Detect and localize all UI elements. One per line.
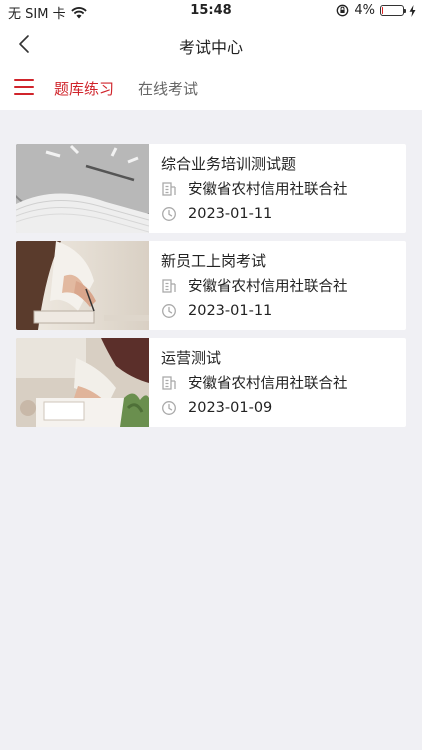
page-title: 考试中心 [178, 38, 243, 57]
exam-date-row: 2023-01-11 [161, 201, 406, 226]
exam-thumbnail-person-writing [16, 241, 149, 330]
building-icon [162, 278, 176, 293]
exam-card[interactable]: 新员工上岗考试 安徽省农村信用社联合社 2023-01-11 [16, 241, 406, 330]
battery-level-fill [382, 7, 383, 14]
building-icon [162, 375, 176, 390]
exam-card-body: 新员工上岗考试 安徽省农村信用社联合社 2023-01-11 [149, 241, 406, 330]
orientation-lock-icon [337, 4, 349, 17]
exam-org: 安徽省农村信用社联合社 [188, 376, 348, 392]
clock-icon [162, 303, 176, 318]
exam-thumbnail-desk-writing [16, 338, 149, 427]
battery-icon [380, 5, 406, 16]
exam-card[interactable]: 综合业务培训测试题 安徽省农村信用社联合社 2023-01-11 [16, 144, 406, 233]
tab-question-bank[interactable]: 题库练习 [54, 78, 114, 99]
hamburger-icon-line [14, 86, 34, 88]
exam-org: 安徽省农村信用社联合社 [188, 182, 348, 198]
exam-title: 运营测试 [161, 349, 222, 367]
exam-card-body: 运营测试 安徽省农村信用社联合社 2023-01-09 [149, 338, 406, 427]
exam-date: 2023-01-09 [188, 399, 273, 416]
exam-org-row: 安徽省农村信用社联合社 [161, 176, 406, 201]
status-bar: 无 SIM 卡 15:48 4% [0, 0, 422, 22]
hamburger-icon-line [14, 93, 34, 95]
battery-percent: 4% [354, 3, 375, 18]
exam-title: 新员工上岗考试 [161, 252, 267, 270]
exam-date: 2023-01-11 [188, 205, 273, 222]
clock-icon [162, 400, 176, 415]
exam-org-row: 安徽省农村信用社联合社 [161, 370, 406, 395]
nav-bar: 考试中心 [0, 22, 422, 66]
charging-bolt-icon [409, 4, 416, 17]
exam-date-row: 2023-01-09 [161, 395, 406, 420]
building-icon [162, 181, 176, 196]
clock-icon [162, 206, 176, 221]
exam-list: 综合业务培训测试题 安徽省农村信用社联合社 2023-01-11 新员工上岗考试… [16, 144, 406, 435]
exam-title: 综合业务培训测试题 [161, 155, 297, 173]
exam-date-row: 2023-01-11 [161, 298, 406, 323]
exam-date: 2023-01-11 [188, 302, 273, 319]
status-right: 4% [336, 3, 416, 18]
exam-card[interactable]: 运营测试 安徽省农村信用社联合社 2023-01-09 [16, 338, 406, 427]
exam-card-body: 综合业务培训测试题 安徽省农村信用社联合社 2023-01-11 [149, 144, 406, 233]
menu-button[interactable] [14, 79, 34, 97]
hamburger-icon-line [14, 79, 34, 81]
exam-thumbnail-clock-papers [16, 144, 149, 233]
exam-org: 安徽省农村信用社联合社 [188, 279, 348, 295]
exam-org-row: 安徽省农村信用社联合社 [161, 273, 406, 298]
tab-online-exam[interactable]: 在线考试 [138, 78, 198, 99]
tab-bar: 题库练习 在线考试 [0, 66, 422, 110]
